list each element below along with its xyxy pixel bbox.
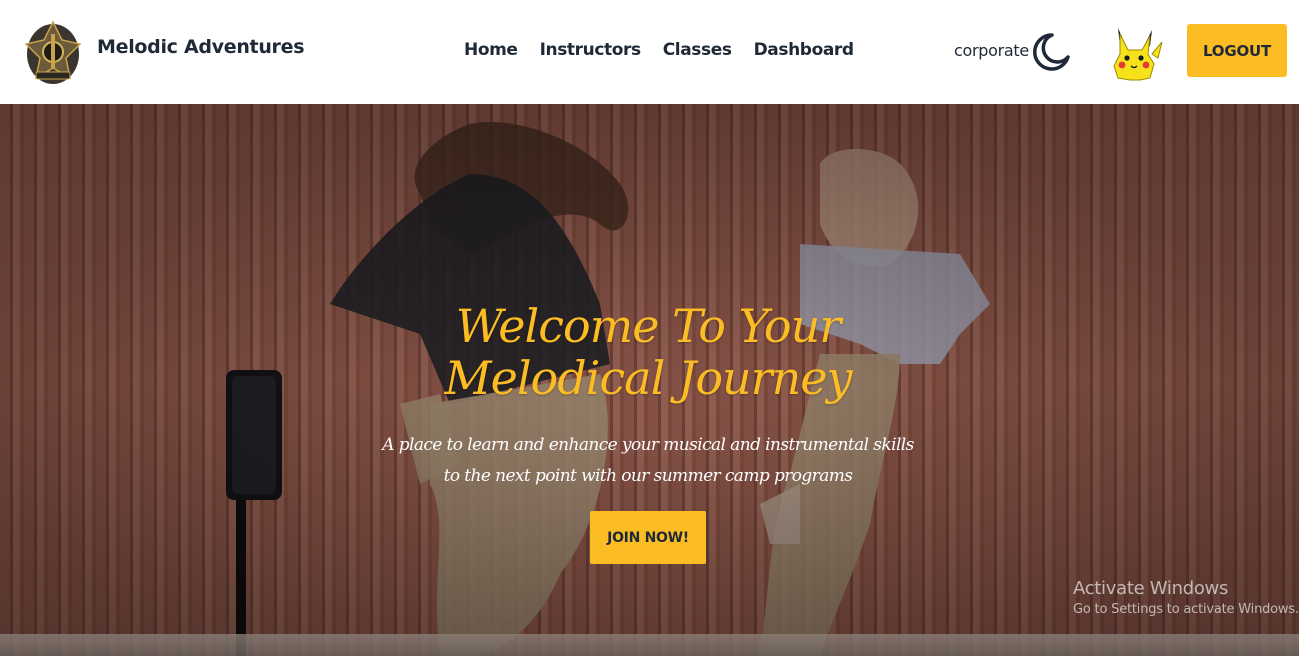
hero-subtitle-line-2: to the next point with our summer camp p… xyxy=(443,466,853,486)
brand[interactable]: Melodic Adventures xyxy=(22,14,305,88)
hero-banner: Welcome To Your Melodical Journey A plac… xyxy=(0,104,1299,656)
hero-content: Welcome To Your Melodical Journey A plac… xyxy=(0,104,1299,656)
watermark-title: Activate Windows xyxy=(1073,578,1229,599)
watermark-subtitle: Go to Settings to activate Windows. xyxy=(1073,602,1299,617)
hero-title-line-2: Melodical Journey xyxy=(444,351,853,405)
navbar: Melodic Adventures Home Instructors Clas… xyxy=(0,0,1299,104)
hero-title-line-1: Welcome To Your xyxy=(455,299,841,353)
nav-link-dashboard[interactable]: Dashboard xyxy=(754,40,854,60)
moon-icon[interactable] xyxy=(1030,31,1072,73)
nav-links: Home Instructors Classes Dashboard xyxy=(464,40,854,60)
nav-link-classes[interactable]: Classes xyxy=(663,40,732,60)
hero-subtitle-line-1: A place to learn and enhance your musica… xyxy=(382,435,914,455)
hero-subtitle: A place to learn and enhance your musica… xyxy=(380,430,916,492)
logout-button[interactable]: LOGOUT xyxy=(1187,24,1287,77)
windows-activation-watermark: Activate Windows Go to Settings to activ… xyxy=(1073,578,1299,617)
theme-label: corporate xyxy=(954,41,1029,60)
brand-logo xyxy=(24,20,82,84)
brand-name: Melodic Adventures xyxy=(97,36,305,58)
join-now-button[interactable]: JOIN NOW! xyxy=(590,511,706,564)
hero-title: Welcome To Your Melodical Journey xyxy=(348,300,948,404)
nav-link-home[interactable]: Home xyxy=(464,40,518,60)
user-avatar[interactable] xyxy=(1104,24,1166,84)
nav-link-instructors[interactable]: Instructors xyxy=(540,40,642,60)
